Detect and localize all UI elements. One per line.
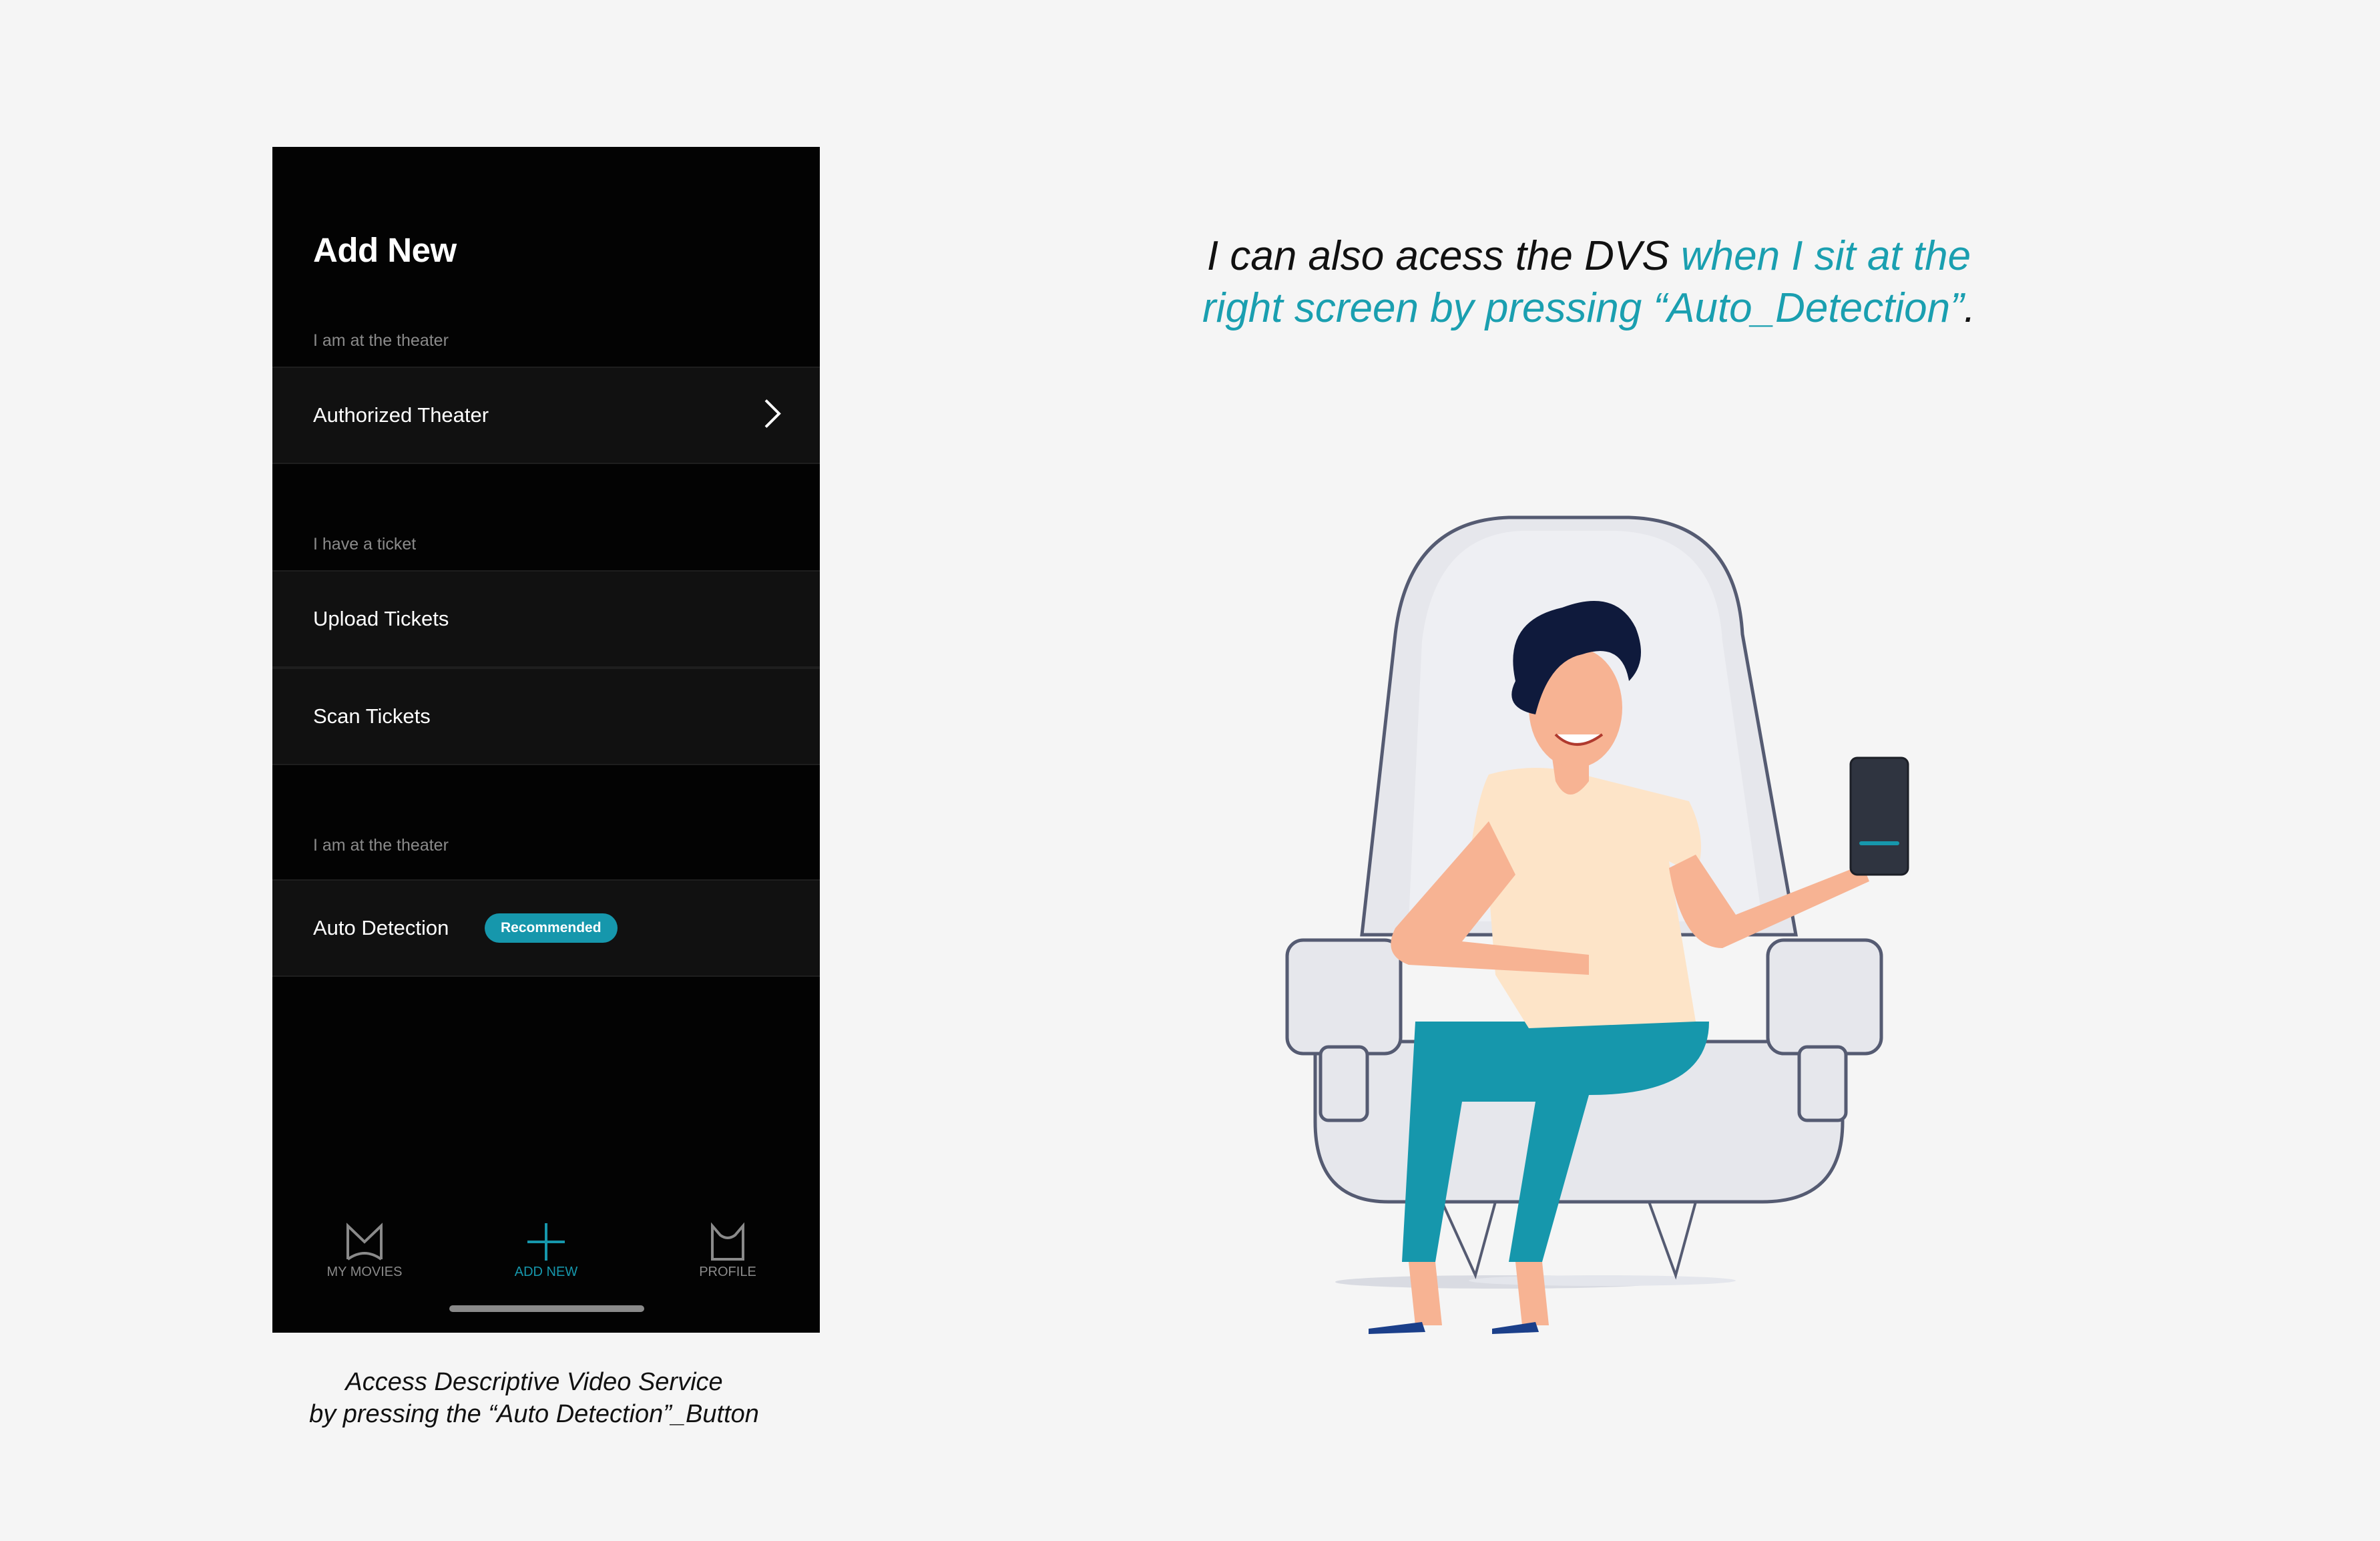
nav-profile[interactable]: PROFILE (668, 1222, 788, 1280)
caption-line-1: Access Descriptive Video Service (345, 1368, 723, 1396)
page-title: Add New (313, 231, 457, 269)
upload-tickets-row[interactable]: Upload Tickets (272, 570, 820, 668)
authorized-theater-row[interactable]: Authorized Theater (272, 367, 820, 464)
auto-detection-row[interactable]: Auto Detection Recommended (272, 879, 820, 977)
nav-label-my-movies: MY MOVIES (326, 1265, 403, 1279)
chevron-right-icon (762, 398, 782, 433)
armrest-left (1285, 938, 1403, 1056)
nav-my-movies[interactable]: MY MOVIES (304, 1222, 425, 1280)
handheld-phone (1849, 756, 1909, 876)
section-label-at-theater-2: I am at the theater (313, 836, 449, 855)
auto-detection-label: Auto Detection (313, 916, 449, 939)
headline-part-2: when I sit at the (1680, 233, 1971, 279)
shirt (1469, 768, 1701, 1028)
nav-add-new[interactable]: ADD NEW (486, 1222, 606, 1280)
headline: I can also acess the DVS when I sit at t… (1135, 230, 2043, 335)
plus-icon (486, 1222, 606, 1262)
nav-label-profile: PROFILE (699, 1265, 756, 1279)
home-indicator (449, 1305, 644, 1312)
screen-caption: Access Descriptive Video Service by pres… (267, 1366, 801, 1430)
profile-icon (668, 1222, 788, 1262)
authorized-theater-label: Authorized Theater (313, 403, 489, 427)
section-label-have-ticket: I have a ticket (313, 535, 417, 554)
phone-screen: Add New I am at the theater Authorized T… (272, 147, 820, 1333)
headline-part-4: . (1963, 285, 1975, 331)
caption-line-2: by pressing the “Auto Detection”_Button (309, 1400, 759, 1428)
nav-label-add-new: ADD NEW (514, 1265, 578, 1279)
headline-part-3: right screen by pressing “Auto_Detection… (1202, 285, 1964, 331)
movies-icon (304, 1222, 425, 1262)
armrest-right (1766, 938, 1883, 1056)
scan-tickets-label: Scan Tickets (313, 704, 431, 728)
upload-tickets-label: Upload Tickets (313, 607, 449, 630)
scan-tickets-row[interactable]: Scan Tickets (272, 668, 820, 765)
recommended-badge: Recommended (485, 913, 618, 943)
section-label-at-theater: I am at the theater (313, 331, 449, 350)
woman-in-cinema-seat-illustration (1285, 515, 1909, 1334)
headline-part-1: I can also acess the DVS (1206, 233, 1681, 279)
